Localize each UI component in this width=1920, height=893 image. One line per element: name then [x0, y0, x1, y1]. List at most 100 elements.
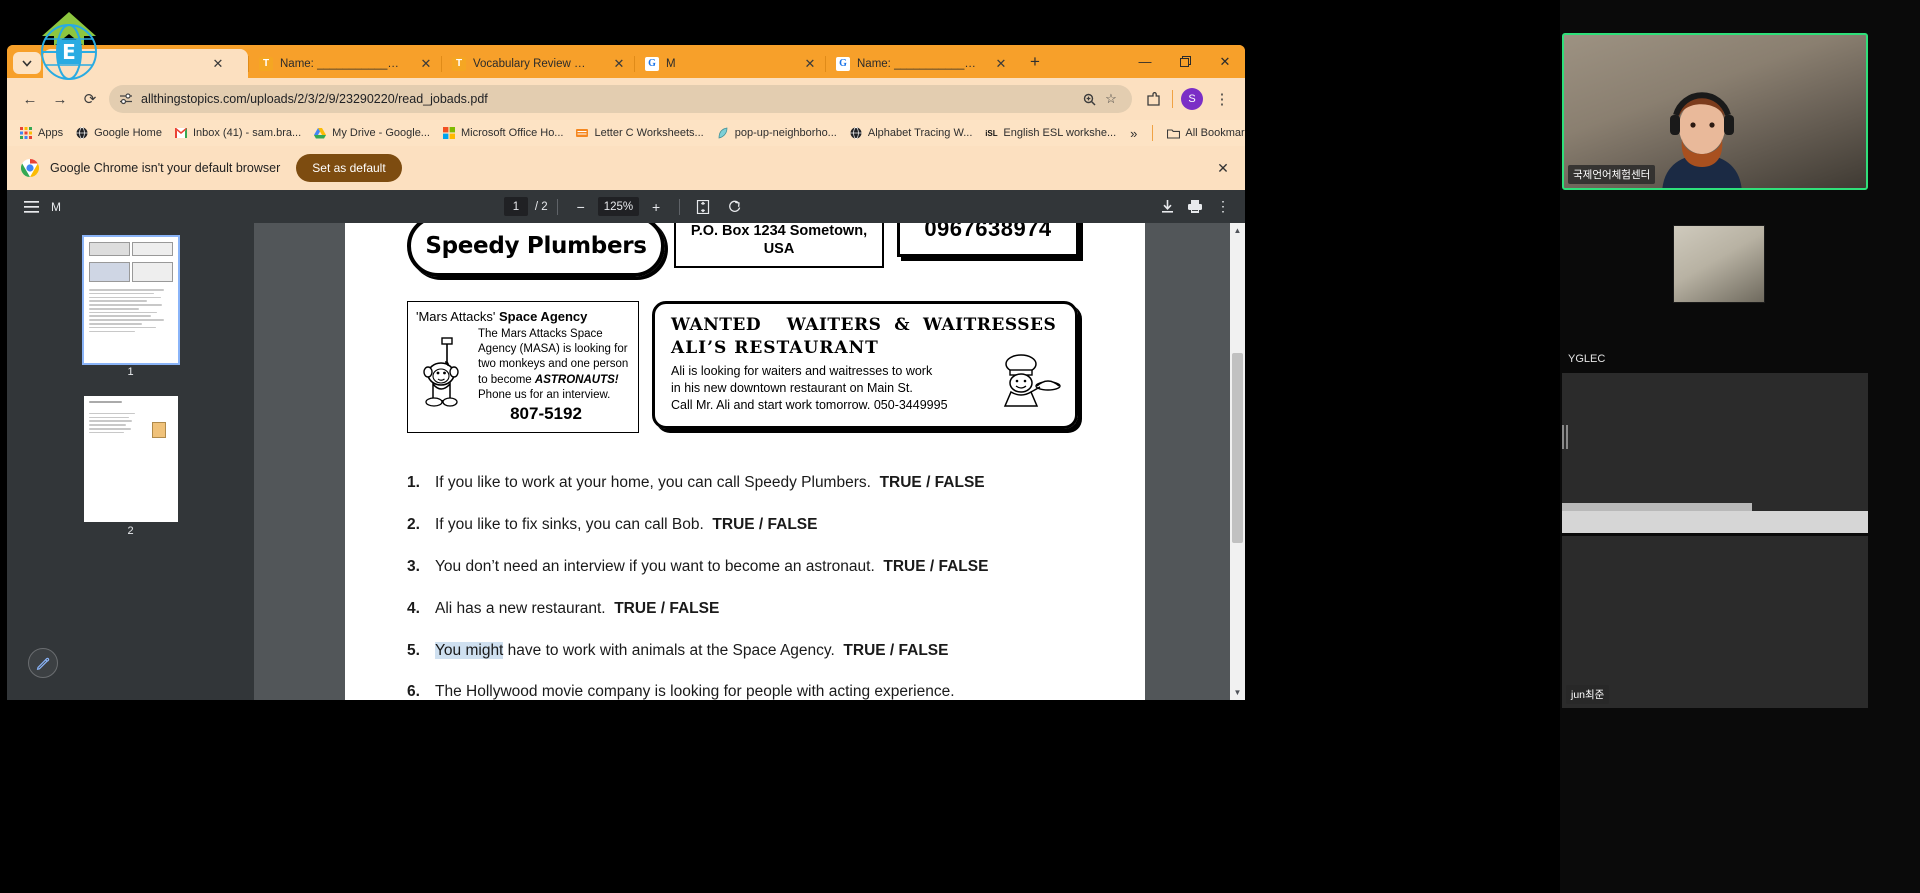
close-icon[interactable]: ✕: [610, 55, 628, 73]
zoom-in-icon[interactable]: [1078, 88, 1100, 110]
new-tab-button[interactable]: +: [1022, 49, 1048, 75]
close-icon[interactable]: ✕: [209, 55, 227, 73]
pdf-thumbnail-2[interactable]: [83, 396, 178, 522]
screen-root: E ✕ T Name: ______________ I ✕ T Vocabul…: [0, 0, 1920, 893]
avatar[interactable]: S: [1181, 88, 1203, 110]
browser-tab-2[interactable]: T Name: ______________ I ✕: [249, 49, 441, 78]
extensions-icon[interactable]: [1138, 84, 1168, 114]
browser-tab-4[interactable]: G M ✕: [635, 49, 825, 78]
pdf-page-area: Speedy Plumbers P.O. Box 1234 Sometown, …: [254, 223, 1245, 700]
monkey-illustration-icon: [417, 332, 475, 410]
close-icon[interactable]: ✕: [801, 55, 819, 73]
close-icon[interactable]: ✕: [417, 55, 435, 73]
questions-list: 1. If you like to work at your home, you…: [407, 473, 1083, 700]
true-false-choice[interactable]: TRUE / FALSE: [614, 600, 719, 617]
microsoft-icon: [442, 126, 456, 140]
true-false-choice[interactable]: TRUE / FALSE: [712, 516, 817, 533]
question-number: 3.: [407, 557, 420, 575]
video-tile-jun[interactable]: jun최준: [1562, 536, 1868, 708]
question-body: You don’t need an interview if you want …: [435, 557, 875, 575]
pdf-scrollbar[interactable]: ▲ ▼: [1230, 223, 1245, 700]
browser-tab-5[interactable]: G Name: ______________ I ✕: [826, 49, 1016, 78]
video-tile-caden[interactable]: Caden(박장민): [1562, 373, 1868, 533]
true-false-choice[interactable]: TRUE / FALSE: [880, 474, 985, 491]
all-bookmarks-label: All Bookmarks: [1185, 127, 1245, 139]
chrome-menu-icon[interactable]: ⋮: [1207, 84, 1237, 114]
hamburger-icon[interactable]: [17, 194, 45, 220]
pdf-toolbar: M 1 / 2 − 125% + ⋮: [7, 190, 1245, 223]
download-icon[interactable]: [1153, 194, 1181, 220]
scroll-up-icon[interactable]: ▲: [1230, 223, 1245, 238]
ad-mars-attacks: 'Mars Attacks' Space Agency The Mars Att…: [407, 301, 639, 433]
globe-icon: [849, 126, 863, 140]
thumbnail-preview: [84, 237, 178, 339]
tab-title: Name: ______________ I: [280, 57, 401, 70]
ad-po-box: P.O. Box 1234 Sometown, USA: [674, 223, 884, 268]
docs-icon: T: [452, 56, 466, 71]
panel-resize-handle[interactable]: [1562, 425, 1568, 449]
question-text: If you like to work at your home, you ca…: [435, 473, 1083, 494]
bookmark-item-ms-office[interactable]: Microsoft Office Ho...: [436, 123, 570, 143]
participant-name-label: jun최준: [1566, 685, 1610, 704]
bookmark-label: English ESL workshe...: [1003, 127, 1117, 139]
bookmark-item-letter-c[interactable]: Letter C Worksheets...: [569, 123, 709, 143]
bookmark-item-inbox[interactable]: Inbox (41) - sam.bra...: [168, 123, 307, 143]
pdf-document-title: M: [51, 199, 61, 214]
fit-page-icon[interactable]: [689, 194, 717, 220]
bookmark-label: My Drive - Google...: [332, 127, 430, 139]
site-settings-icon[interactable]: [115, 88, 137, 110]
bookmark-item-alphabet-tracing[interactable]: Alphabet Tracing W...: [843, 123, 979, 143]
bookmark-item-english-esl[interactable]: iSL English ESL workshe...: [978, 123, 1122, 143]
true-false-choice[interactable]: TRUE / FALSE: [883, 558, 988, 575]
ad-mars-astronauts: ASTRONAUTS!: [534, 373, 619, 386]
rotate-icon[interactable]: [720, 194, 748, 220]
tab-search-button[interactable]: [13, 52, 41, 74]
browser-tab-1[interactable]: ✕: [43, 49, 248, 78]
maximize-button[interactable]: [1165, 45, 1205, 78]
zoom-level-value[interactable]: 125%: [597, 197, 640, 216]
pencil-icon[interactable]: [28, 648, 58, 678]
bookmark-item-my-drive[interactable]: My Drive - Google...: [307, 123, 436, 143]
question-body: If you like to work at your home, you ca…: [435, 473, 871, 491]
orange-doc-icon: [575, 126, 589, 140]
zoom-out-button[interactable]: −: [567, 194, 595, 220]
true-false-choice[interactable]: TRUE / FALSE: [843, 642, 948, 659]
back-icon[interactable]: ←: [15, 84, 45, 114]
scrollbar-thumb[interactable]: [1232, 353, 1243, 543]
bookmarks-overflow-button[interactable]: »: [1122, 123, 1145, 143]
question-text: If you like to fix sinks, you can call B…: [435, 515, 1083, 536]
selected-text-highlight: You might: [435, 641, 504, 659]
video-tile-host[interactable]: 국제언어체험센터: [1562, 33, 1868, 190]
page-number-input[interactable]: 1: [503, 197, 528, 216]
ads-row-top: Speedy Plumbers P.O. Box 1234 Sometown, …: [407, 223, 1083, 293]
bookmark-item-google-home[interactable]: Google Home: [69, 123, 168, 143]
ad-mars-line-3: two monkeys and one person: [478, 358, 629, 371]
tab-title: Vocabulary Review Grid: [473, 57, 594, 70]
minimize-button[interactable]: —: [1125, 45, 1165, 78]
print-icon[interactable]: [1181, 194, 1209, 220]
close-icon[interactable]: ✕: [992, 55, 1010, 73]
forward-icon[interactable]: →: [45, 84, 75, 114]
pdf-more-menu-icon[interactable]: ⋮: [1209, 194, 1237, 220]
zoom-in-button[interactable]: +: [642, 194, 670, 220]
scroll-down-icon[interactable]: ▼: [1230, 685, 1245, 700]
bookmark-item-pop-up[interactable]: pop-up-neighborho...: [710, 123, 843, 143]
set-as-default-button[interactable]: Set as default: [296, 154, 402, 182]
close-window-button[interactable]: ✕: [1205, 45, 1245, 78]
ad-mars-line-5: Phone us for an interview.: [478, 388, 611, 401]
question-body: have to work with animals at the Space A…: [503, 641, 835, 659]
address-bar[interactable]: allthingstopics.com/uploads/2/3/2/9/2329…: [109, 85, 1132, 113]
browser-tab-3[interactable]: T Vocabulary Review Grid ✕: [442, 49, 634, 78]
gmail-icon: G: [645, 56, 659, 71]
question-number: 1.: [407, 473, 420, 491]
close-icon[interactable]: ✕: [1213, 158, 1233, 178]
bookmark-item-apps[interactable]: Apps: [13, 123, 69, 143]
window-controls: — ✕: [1125, 45, 1245, 78]
pdf-thumbnail-rail: 1 2: [7, 223, 254, 700]
reload-icon[interactable]: ⟳: [75, 84, 105, 114]
video-tile-screen-thumb[interactable]: [1673, 225, 1765, 303]
bookmark-star-icon[interactable]: ☆: [1100, 88, 1122, 110]
all-bookmarks-button[interactable]: All Bookmarks: [1160, 123, 1245, 143]
pdf-thumbnail-1[interactable]: [81, 235, 180, 365]
ad-mars-headline-rest: Space Agency: [499, 309, 588, 324]
